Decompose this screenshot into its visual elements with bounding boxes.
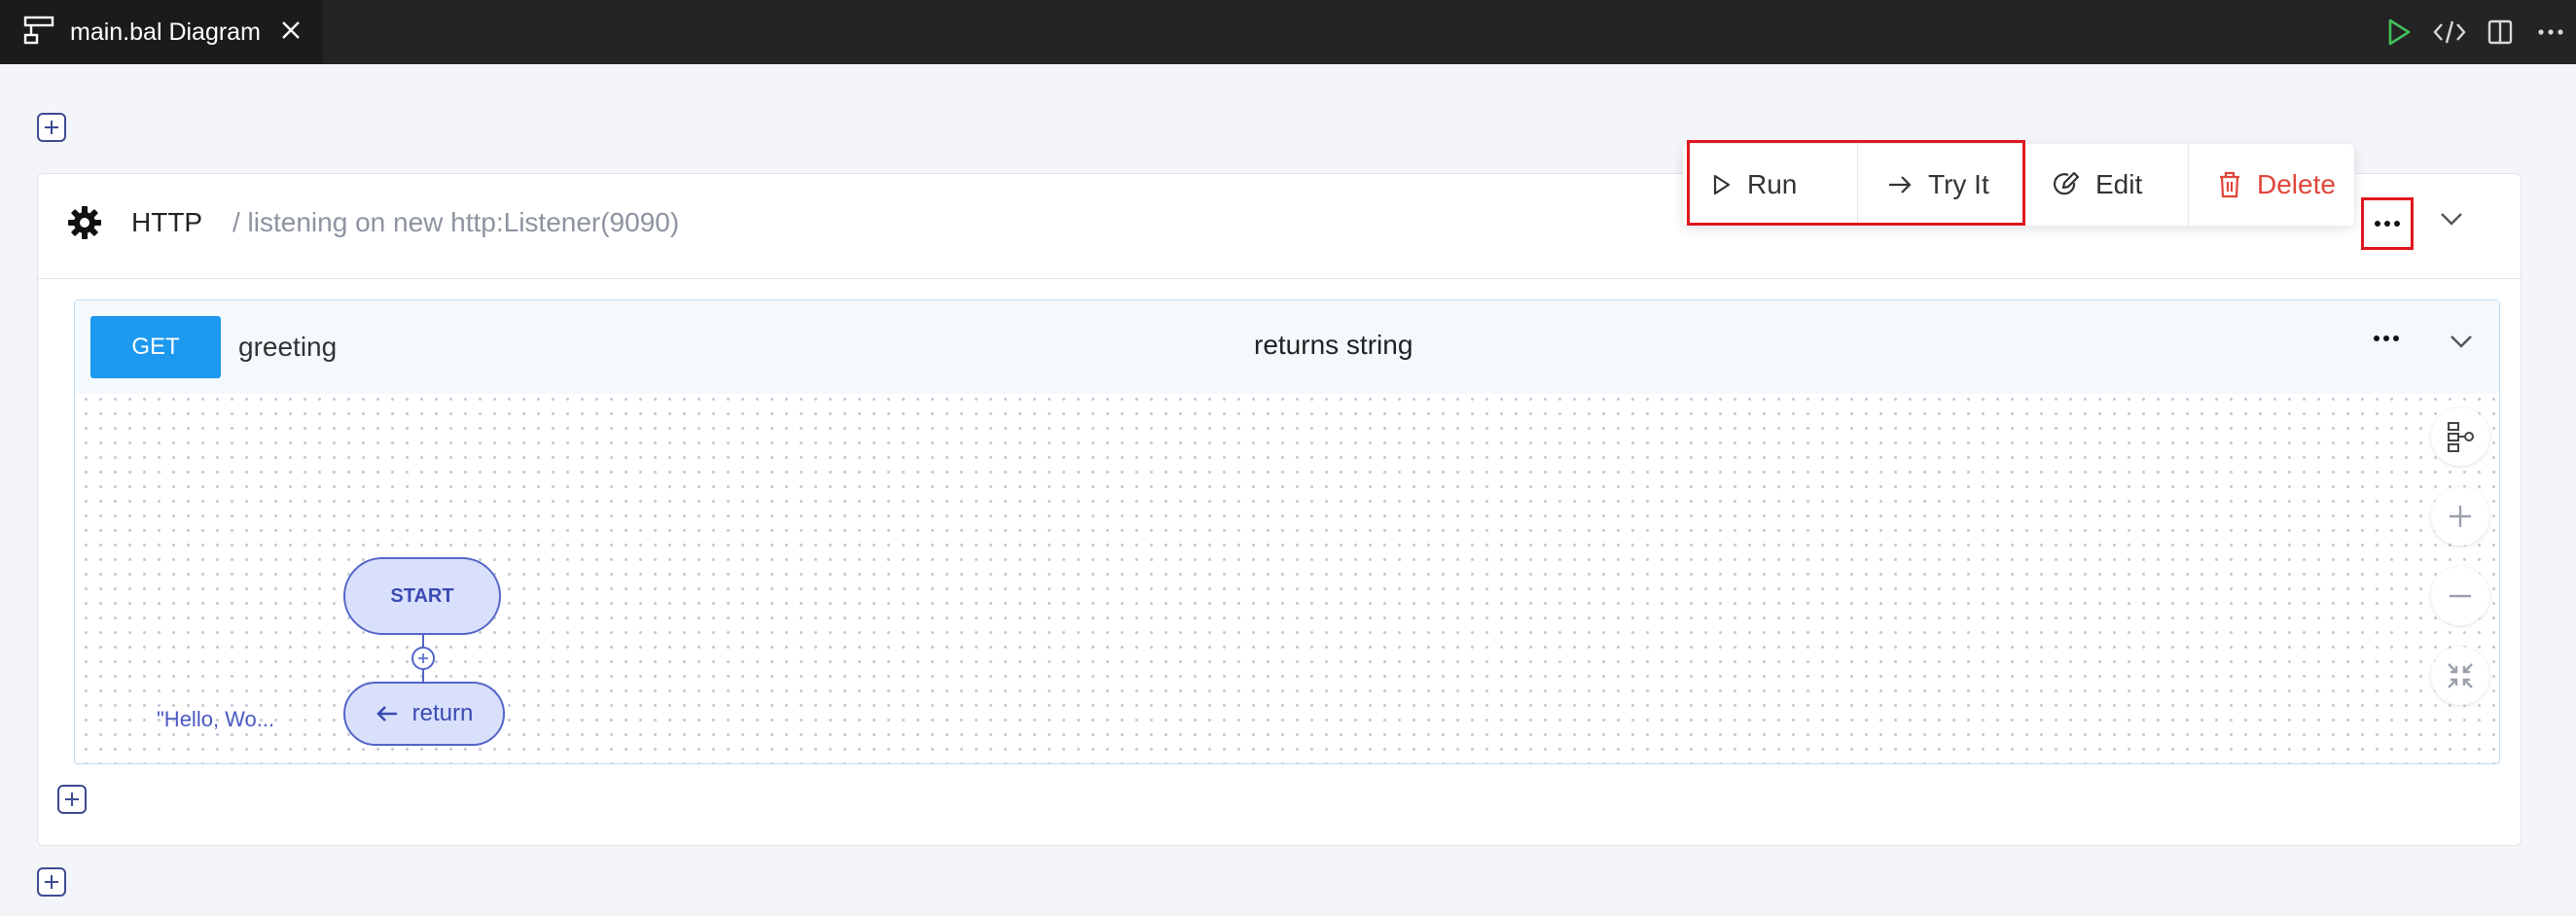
return-node-label: return [411, 700, 474, 726]
more-icon[interactable] [2525, 0, 2576, 64]
service-more-button[interactable] [2361, 197, 2414, 250]
arrow-left-icon [376, 706, 397, 722]
add-construct-bottom-button[interactable] [37, 867, 66, 897]
editor-actions [2374, 0, 2576, 64]
arrow-right-icon [1889, 176, 1912, 194]
gear-icon [67, 205, 102, 245]
code-icon[interactable] [2424, 0, 2475, 64]
resource-return-type: returns string [1254, 330, 1413, 360]
add-construct-top-button[interactable] [37, 113, 66, 142]
more-icon [2375, 221, 2400, 227]
resource-header[interactable]: GET greeting returns string [75, 300, 2499, 394]
menu-item-run[interactable]: Run [1683, 144, 1858, 226]
service-type-label: HTTP [131, 207, 203, 237]
close-icon[interactable] [280, 18, 302, 47]
menu-item-try-it[interactable]: Try It [1858, 144, 2023, 226]
add-resource-button[interactable] [57, 785, 87, 814]
service-listener-label: / listening on new http:Listener(9090) [233, 207, 680, 237]
plus-icon [45, 121, 58, 134]
chevron-down-icon[interactable] [2439, 211, 2464, 231]
zoom-out-button[interactable] [2431, 567, 2489, 625]
diagram-toggle-button[interactable] [2431, 407, 2489, 466]
more-icon[interactable] [2373, 330, 2400, 347]
flow-diagram-icon [2448, 422, 2474, 452]
resource-card: GET greeting returns string START return… [74, 299, 2500, 764]
tab-title: main.bal Diagram [70, 18, 261, 46]
start-node[interactable]: START [343, 557, 501, 635]
edit-icon [2054, 171, 2080, 195]
resource-name: greeting [238, 332, 338, 362]
plus-icon [418, 653, 428, 663]
tab-main-bal-diagram[interactable]: main.bal Diagram [0, 0, 323, 64]
menu-item-run-label: Run [1747, 169, 1798, 199]
service-actions-menu: Run Try It Edit Delete [1683, 144, 2354, 226]
menu-item-delete-label: Delete [2257, 169, 2336, 199]
zoom-in-button[interactable] [2431, 487, 2489, 546]
http-method-badge: GET [90, 316, 221, 378]
plus-icon [65, 793, 79, 806]
return-value-label: "Hello, Wo... [157, 707, 275, 731]
return-node[interactable]: return [343, 682, 505, 746]
run-icon[interactable] [2374, 0, 2424, 64]
menu-item-edit[interactable]: Edit [2023, 144, 2189, 226]
trash-icon [2220, 171, 2239, 198]
editor-tab-bar: main.bal Diagram [0, 0, 2576, 64]
plus-icon [45, 875, 58, 889]
diagram-icon [23, 16, 54, 50]
menu-item-delete[interactable]: Delete [2189, 144, 2354, 226]
split-editor-icon[interactable] [2475, 0, 2525, 64]
menu-item-edit-label: Edit [2095, 169, 2143, 199]
menu-item-try-it-label: Try It [1928, 169, 1989, 199]
plus-icon [2450, 506, 2471, 527]
minus-icon [2450, 594, 2471, 598]
add-statement-button[interactable] [411, 647, 435, 670]
fit-to-screen-button[interactable] [2431, 647, 2489, 705]
chevron-down-icon[interactable] [2449, 334, 2474, 354]
collapse-arrows-icon [2448, 663, 2473, 688]
play-icon [1713, 174, 1731, 195]
